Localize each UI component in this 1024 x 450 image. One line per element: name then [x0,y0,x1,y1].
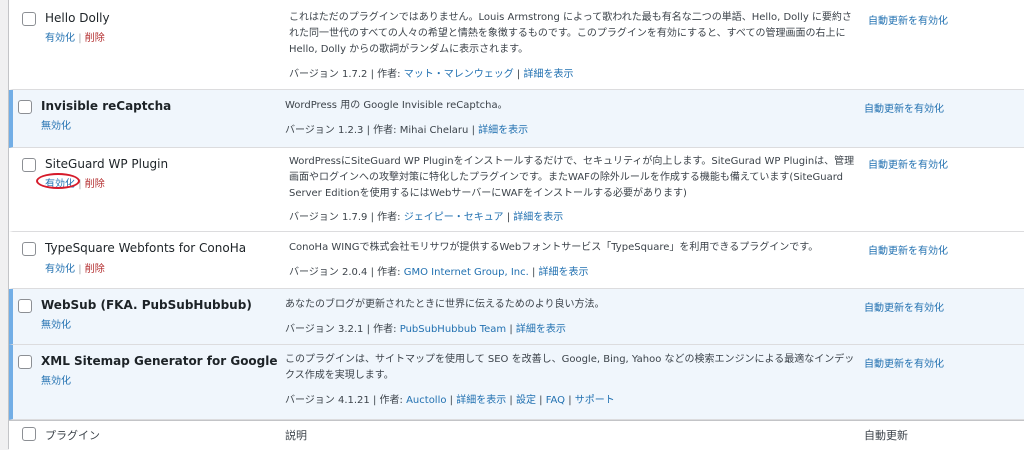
auto-update-link[interactable]: 自動更新を有効化 [864,100,944,115]
plugin-description: WordPress 用の Google Invisible reCaptcha。 [285,100,508,111]
auto-update-link[interactable]: 自動更新を有効化 [864,355,944,370]
plugin-name: TypeSquare Webfonts for ConoHa [45,241,247,255]
delete-link[interactable]: 削除 [85,264,105,275]
details-link[interactable]: 詳細を表示 [478,125,528,136]
author-link[interactable]: PubSubHubbub Team [400,324,506,335]
author-link[interactable]: Auctollo [406,395,446,406]
details-link[interactable]: 詳細を表示 [456,395,506,406]
plugin-meta: バージョン 1.7.2 | 作者: マット・マレンウェッグ | 詳細を表示 [289,69,574,80]
select-checkbox[interactable] [22,242,36,256]
auto-update-link[interactable]: 自動更新を有効化 [864,299,944,314]
plugin-description: あなたのブログが更新されたときに世界に伝えるためのより良い方法。 [285,299,605,310]
plugin-name: Invisible reCaptcha [41,99,172,113]
details-link[interactable]: 詳細を表示 [523,69,573,80]
faq-link[interactable]: FAQ [546,395,565,406]
plugin-row-siteguard: SiteGuard WP Plugin 有効化 | 削除 WordPressにS… [9,148,1024,232]
select-all-checkbox[interactable] [22,427,36,441]
plugins-table: Hello Dolly 有効化 | 削除 これはただのプラグインではありません。… [8,0,1024,450]
select-checkbox[interactable] [18,355,32,369]
author-link[interactable]: ジェイピー・セキュア [404,212,504,223]
support-link[interactable]: サポート [575,395,615,406]
footer-col-auto-update: 自動更新 [864,429,908,442]
deactivate-link[interactable]: 無効化 [41,121,71,132]
plugin-row-websub: WebSub (FKA. PubSubHubbub) 無効化 あなたのブログが更… [9,289,1024,345]
plugin-actions: 有効化 | 削除 [45,264,105,275]
activate-link[interactable]: 有効化 [45,33,75,44]
plugin-meta: バージョン 1.2.3 | 作者: Mihai Chelaru | 詳細を表示 [285,125,529,136]
plugin-actions: 無効化 [41,372,71,387]
plugin-row-hello-dolly: Hello Dolly 有効化 | 削除 これはただのプラグインではありません。… [9,0,1024,90]
plugin-name: Hello Dolly [45,11,110,25]
auto-update-link[interactable]: 自動更新を有効化 [868,156,948,171]
deactivate-link[interactable]: 無効化 [41,320,71,331]
settings-link[interactable]: 設定 [516,395,536,406]
plugin-actions: 無効化 [41,316,71,331]
auto-update-link[interactable]: 自動更新を有効化 [868,12,948,27]
select-checkbox[interactable] [22,158,36,172]
select-checkbox[interactable] [18,100,32,114]
plugin-actions: 無効化 [41,117,71,132]
plugin-description: WordPressにSiteGuard WP Pluginをインストールするだけ… [289,156,855,199]
auto-update-link[interactable]: 自動更新を有効化 [868,242,948,257]
delete-link[interactable]: 削除 [85,33,105,44]
plugin-description: ConoHa WINGで株式会社モリサワが提供するWebフォントサービス「Typ… [289,242,819,253]
author-link[interactable]: マット・マレンウェッグ [404,69,514,80]
plugin-meta: バージョン 4.1.21 | 作者: Auctollo | 詳細を表示 | 設定… [285,395,615,406]
author-link[interactable]: GMO Internet Group, Inc. [404,267,529,278]
plugin-row-invisible-recaptcha: Invisible reCaptcha 無効化 WordPress 用の Goo… [9,90,1024,148]
footer-col-description: 説明 [285,429,307,442]
delete-link[interactable]: 削除 [85,179,105,190]
plugin-meta: バージョン 1.7.9 | 作者: ジェイピー・セキュア | 詳細を表示 [289,212,564,223]
plugin-meta: バージョン 3.2.1 | 作者: PubSubHubbub Team | 詳細… [285,324,566,335]
plugin-name: XML Sitemap Generator for Google [41,354,278,368]
plugin-row-typesquare: TypeSquare Webfonts for ConoHa 有効化 | 削除 … [9,232,1024,289]
plugin-name: SiteGuard WP Plugin [45,157,169,171]
plugin-description: これはただのプラグインではありません。Louis Armstrong によって歌… [289,12,852,55]
activate-link[interactable]: 有効化 [45,264,75,275]
plugin-row-xml-sitemap: XML Sitemap Generator for Google 無効化 このプ… [9,345,1024,420]
details-link[interactable]: 詳細を表示 [539,267,589,278]
details-link[interactable]: 詳細を表示 [513,212,563,223]
select-checkbox[interactable] [18,299,32,313]
plugin-actions: 有効化 | 削除 [45,33,105,44]
plugin-meta: バージョン 2.0.4 | 作者: GMO Internet Group, In… [289,267,589,278]
plugin-description: このプラグインは、サイトマップを使用して SEO を改善し、Google, Bi… [285,354,855,381]
plugin-name: WebSub (FKA. PubSubHubbub) [41,298,252,312]
select-checkbox[interactable] [22,12,36,26]
deactivate-link[interactable]: 無効化 [41,376,71,387]
footer-col-plugin[interactable]: プラグイン [45,427,100,443]
table-footer: プラグイン 説明 自動更新 [9,420,1024,450]
highlight-circle [36,173,80,189]
details-link[interactable]: 詳細を表示 [516,324,566,335]
